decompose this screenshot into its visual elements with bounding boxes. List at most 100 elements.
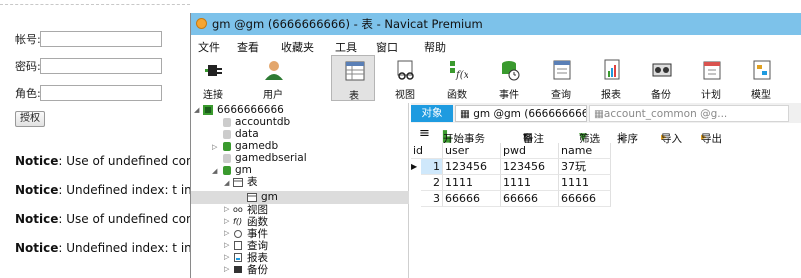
- table-cell[interactable]: 1111: [559, 175, 611, 191]
- navicat-window: gm @gm (6666666666) - 表 - Navicat Premiu…: [190, 13, 801, 278]
- tab-gm-table[interactable]: ▦ gm @gm (6666666666...: [455, 105, 587, 122]
- table-cell[interactable]: 1111: [501, 175, 559, 191]
- tree-tables-node[interactable]: 表: [247, 176, 258, 188]
- query-icon: [234, 241, 242, 250]
- event-icon: [502, 61, 520, 81]
- tab-objects[interactable]: 对象: [411, 105, 453, 122]
- expand-triangle-icon[interactable]: ▷: [224, 229, 229, 237]
- svg-text:f(x): f(x): [455, 70, 468, 81]
- column-header-name[interactable]: name: [559, 143, 611, 159]
- table-cell[interactable]: 1: [421, 159, 443, 175]
- table-icon: ▦: [594, 108, 604, 120]
- password-input[interactable]: [40, 58, 162, 74]
- toolbar-user-button[interactable]: 用户: [251, 55, 295, 101]
- menu-tools[interactable]: 工具: [335, 39, 357, 55]
- tree-events-node[interactable]: 事件: [247, 228, 268, 240]
- table-icon: [233, 178, 243, 187]
- tree-queries-node[interactable]: 查询: [247, 240, 268, 252]
- collapse-triangle-icon[interactable]: ◢: [224, 179, 229, 187]
- menu-icon[interactable]: ≡: [419, 126, 430, 141]
- database-icon: [223, 142, 231, 151]
- tree-backups-node[interactable]: 备份: [247, 264, 268, 276]
- toolbar-model-button[interactable]: 模型: [739, 55, 783, 101]
- tree-db-data[interactable]: data: [235, 128, 259, 140]
- tree-selected-row: [191, 191, 409, 204]
- tab-strip: 对象 ▦ gm @gm (6666666666... ▦account_comm…: [411, 103, 801, 123]
- account-label: 帐号:: [15, 33, 41, 46]
- column-header-user[interactable]: user: [443, 143, 501, 159]
- menu-favorites[interactable]: 收藏夹: [281, 39, 314, 55]
- backup-icon: [652, 63, 672, 77]
- toolbar-backup-button[interactable]: 备份: [639, 55, 683, 101]
- menu-bar: 文件 查看 收藏夹 工具 窗口 帮助: [191, 37, 801, 55]
- table-cell[interactable]: 123456: [501, 159, 559, 175]
- tree-functions-node[interactable]: 函数: [247, 216, 268, 228]
- toolbar-table-button[interactable]: 表: [331, 55, 375, 102]
- tree-table-gm[interactable]: gm: [261, 191, 278, 203]
- backup-icon: [234, 266, 242, 273]
- role-input[interactable]: [40, 85, 162, 101]
- expand-triangle-icon[interactable]: ▷: [224, 265, 229, 273]
- view-icon: oo: [233, 205, 243, 214]
- grant-button[interactable]: 授权: [15, 111, 45, 127]
- main-toolbar: 连接 用户 表 视图 f(x) 函数 事件: [191, 55, 801, 103]
- navigation-tree: ◢ 6666666666 accountdb data ▷ gamedb gam…: [191, 103, 409, 278]
- tree-reports-node[interactable]: 报表: [247, 252, 268, 264]
- notice-line: Notice: Undefined index: t in D:: [15, 241, 190, 255]
- toolbar-report-button[interactable]: 报表: [589, 55, 633, 101]
- expand-triangle-icon[interactable]: ▷: [224, 241, 229, 249]
- database-icon: [223, 118, 231, 127]
- role-label: 角色:: [15, 87, 41, 100]
- toolbar-query-button[interactable]: 查询: [539, 55, 583, 101]
- table-cell[interactable]: 123456: [443, 159, 501, 175]
- column-header-pwd[interactable]: pwd: [501, 143, 559, 159]
- table-cell[interactable]: 3: [421, 191, 443, 207]
- password-label: 密码:: [15, 60, 41, 73]
- table-icon: [345, 61, 365, 81]
- table-toolbar: ≡ ▙ 开始事务 ▤ 备注 ▾ ▼ 筛选 ⇣ 排序 ▸ 导入 ▸ 导出: [411, 125, 801, 145]
- menu-window[interactable]: 窗口: [376, 39, 398, 55]
- table-cell[interactable]: 1111: [443, 175, 501, 191]
- database-icon: [223, 166, 231, 175]
- user-icon: [265, 61, 283, 80]
- table-cell[interactable]: 2: [421, 175, 443, 191]
- expand-triangle-icon[interactable]: ▷: [212, 143, 217, 151]
- dropdown-arrow-icon: ▾: [523, 131, 528, 140]
- menu-help[interactable]: 帮助: [424, 39, 446, 55]
- navicat-logo-icon: [196, 18, 207, 29]
- table-cell[interactable]: 66666: [443, 191, 501, 207]
- title-bar[interactable]: gm @gm (6666666666) - 表 - Navicat Premiu…: [191, 13, 801, 35]
- expand-triangle-icon[interactable]: ▷: [224, 205, 229, 213]
- account-input[interactable]: [40, 31, 162, 47]
- menu-view[interactable]: 查看: [237, 39, 259, 55]
- table-cell[interactable]: 66666: [559, 191, 611, 207]
- collapse-triangle-icon[interactable]: ◢: [212, 167, 217, 175]
- tree-views-node[interactable]: 视图: [247, 204, 268, 216]
- function-icon: f(): [233, 217, 243, 226]
- toolbar-connection-button[interactable]: 连接: [191, 55, 235, 101]
- table-cell[interactable]: 66666: [501, 191, 559, 207]
- tree-connection[interactable]: 6666666666: [217, 104, 284, 116]
- table-cell[interactable]: 37玩: [559, 159, 611, 175]
- tree-db-gm[interactable]: gm: [235, 164, 252, 176]
- notice-line: Notice: Use of undefined consta: [15, 154, 190, 168]
- toolbar-event-button[interactable]: 事件: [487, 55, 531, 101]
- tree-db-accountdb[interactable]: accountdb: [235, 116, 290, 128]
- expand-triangle-icon[interactable]: ▷: [224, 217, 229, 225]
- column-header-id[interactable]: id: [411, 143, 443, 159]
- plug-icon: [205, 65, 222, 76]
- tree-db-gamedb[interactable]: gamedb: [235, 140, 278, 152]
- toolbar-schedule-button[interactable]: 计划: [689, 55, 733, 101]
- expand-triangle-icon[interactable]: ▷: [224, 253, 229, 261]
- toolbar-view-button[interactable]: 视图: [383, 55, 427, 101]
- table-icon: ▦: [460, 108, 474, 120]
- collapse-triangle-icon[interactable]: ◢: [194, 106, 199, 114]
- menu-file[interactable]: 文件: [198, 39, 220, 55]
- tab-account-common[interactable]: ▦account_common @g...: [589, 105, 789, 122]
- toolbar-function-button[interactable]: f(x) 函数: [435, 55, 479, 101]
- schedule-icon: [703, 61, 721, 80]
- database-icon: [223, 130, 231, 139]
- report-icon: [234, 253, 242, 262]
- connection-icon: [203, 105, 213, 115]
- tree-db-gamedbserial[interactable]: gamedbserial: [235, 152, 307, 164]
